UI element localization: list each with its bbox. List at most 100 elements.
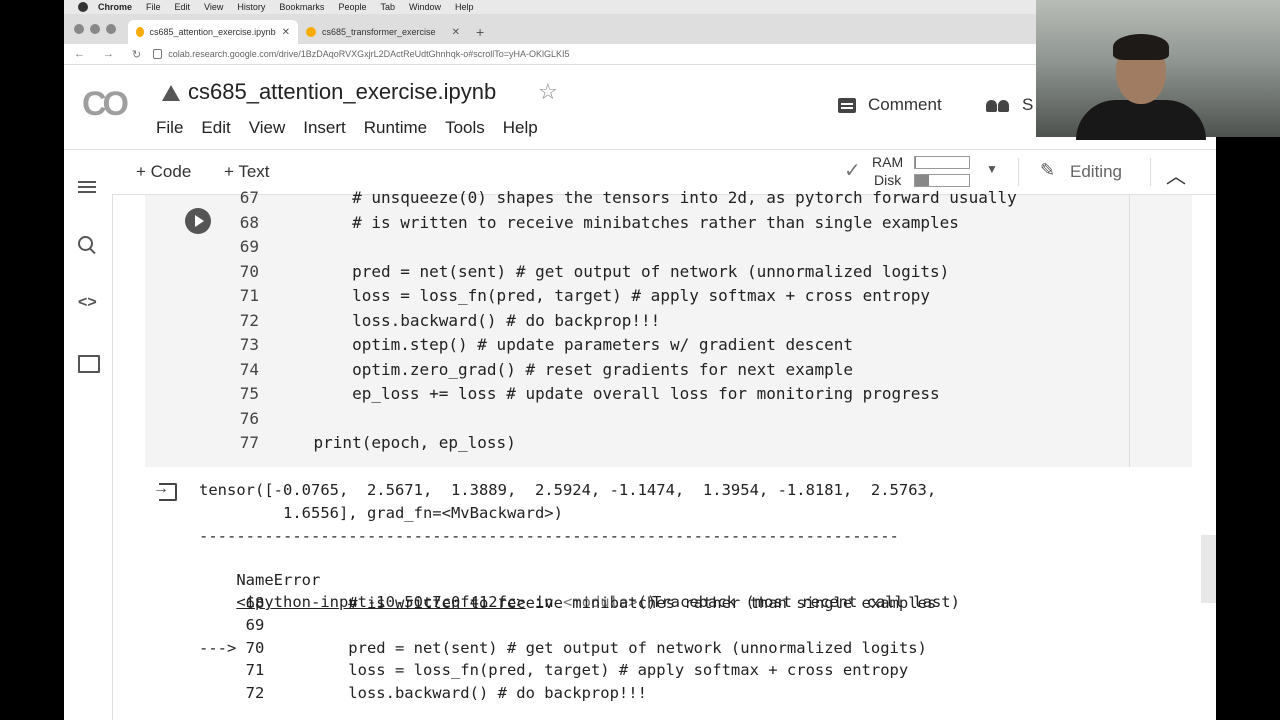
menu-help[interactable]: Help	[503, 118, 538, 138]
close-window-icon[interactable]	[74, 24, 84, 34]
colab-logo[interactable]: CO	[82, 85, 129, 124]
colab-menu: File Edit View Insert Runtime Tools Help	[156, 118, 556, 138]
code-text: loss.backward() # do backprop!!!	[275, 310, 661, 330]
line-number: 77	[239, 433, 259, 452]
ram-usage-fill	[915, 157, 917, 168]
editing-mode-button[interactable]: Editing	[1070, 162, 1122, 182]
menubar-app-name[interactable]: Chrome	[98, 2, 132, 12]
menubar-view[interactable]: View	[204, 2, 223, 12]
star-icon[interactable]: ☆	[538, 79, 558, 105]
code-text: ep_loss += loss # update overall loss fo…	[275, 384, 940, 403]
ram-label: RAM	[872, 154, 904, 170]
maximize-window-icon[interactable]	[106, 24, 116, 34]
tab-label: cs685_attention_exercise.ipynb	[149, 27, 276, 37]
browser-tab-attention[interactable]: cs685_attention_exercise.ipynb ✕	[128, 20, 298, 44]
output-tensor-line: 1.6556], grad_fn=<MvBackward>)	[199, 504, 563, 522]
code-cell[interactable]: 67 # unsqueeze(0) shapes the tensors int…	[145, 188, 1192, 467]
line-number: 76	[239, 408, 259, 428]
code-text: loss = loss_fn(pred, target) # apply sof…	[275, 286, 931, 305]
code-text: optim.step() # update parameters w/ grad…	[275, 335, 853, 354]
comment-label: Comment	[868, 95, 942, 114]
table-of-contents-icon[interactable]	[78, 178, 98, 198]
code-text: optim.zero_grad() # reset gradients for …	[275, 359, 853, 379]
presenter-body	[1076, 100, 1206, 140]
share-button[interactable]: S	[986, 95, 1033, 115]
colab-favicon-icon	[136, 27, 144, 37]
minimize-window-icon[interactable]	[90, 24, 100, 34]
traceback-line: 71 loss = loss_fn(pred, target) # apply …	[199, 661, 909, 679]
left-sidebar: <>	[64, 150, 113, 720]
menu-view[interactable]: View	[249, 118, 286, 138]
new-tab-icon[interactable]: +	[468, 24, 492, 44]
presenter-hair	[1113, 34, 1169, 60]
menu-edit[interactable]: Edit	[201, 118, 230, 138]
share-label: S	[1022, 95, 1034, 114]
cell-scroll-divider	[1129, 195, 1130, 467]
line-number: 69	[239, 237, 259, 256]
collapse-header-icon[interactable]: ︿	[1166, 160, 1186, 189]
search-icon[interactable]	[78, 236, 98, 256]
line-number: 68	[239, 212, 259, 232]
menubar-file[interactable]: File	[146, 2, 161, 12]
traceback-header: NameError Traceback (most recent call la…	[199, 547, 960, 611]
url-field[interactable]: colab.research.google.com/drive/1BzDAqoR…	[168, 49, 569, 59]
menu-runtime[interactable]: Runtime	[364, 118, 427, 138]
people-icon	[986, 98, 1010, 112]
disk-usage-fill	[915, 175, 929, 186]
menubar-window[interactable]: Window	[409, 2, 441, 12]
menu-file[interactable]: File	[156, 118, 183, 138]
video-border	[1216, 137, 1280, 720]
resources-dropdown-icon[interactable]: ▼	[986, 162, 998, 176]
notebook-main: 67 # unsqueeze(0) shapes the tensors int…	[113, 188, 1216, 720]
drive-icon[interactable]	[162, 85, 180, 101]
close-tab-icon[interactable]: ✕	[282, 27, 290, 38]
back-icon[interactable]: ←	[74, 48, 85, 60]
tab-label: cs685_transformer_exercise	[322, 27, 436, 37]
menubar-tab[interactable]: Tab	[380, 2, 395, 12]
apple-icon[interactable]	[78, 2, 88, 12]
line-number: 70	[239, 261, 259, 281]
files-folder-icon[interactable]	[78, 355, 100, 373]
lock-icon[interactable]	[153, 49, 163, 59]
code-text: print(epoch, ep_loss)	[275, 433, 516, 452]
menubar-edit[interactable]: Edit	[175, 2, 191, 12]
menubar-history[interactable]: History	[237, 2, 265, 12]
code-text: # unsqueeze(0) shapes the tensors into 2…	[275, 188, 1017, 207]
menu-insert[interactable]: Insert	[303, 118, 346, 138]
menubar-help[interactable]: Help	[455, 2, 474, 12]
ram-usage-bar[interactable]	[914, 156, 970, 169]
add-code-button[interactable]: + Code	[136, 162, 191, 182]
line-number: 75	[239, 384, 259, 403]
code-snippets-icon[interactable]: <>	[78, 294, 98, 314]
toolbar-divider	[1150, 158, 1151, 186]
pencil-icon[interactable]: ✎	[1040, 160, 1055, 181]
line-number: 71	[239, 286, 259, 305]
menubar-bookmarks[interactable]: Bookmarks	[279, 2, 324, 12]
traceback-line: 72 loss.backward() # do backprop!!!	[199, 684, 647, 702]
traceback-separator: ----------------------------------------…	[199, 527, 899, 545]
output-clear-icon[interactable]	[153, 480, 177, 501]
webcam-overlay	[1036, 0, 1280, 140]
connected-check-icon[interactable]: ✓	[844, 158, 861, 183]
line-number: 67	[239, 188, 259, 207]
comment-button[interactable]: Comment	[838, 95, 942, 115]
forward-icon[interactable]: →	[103, 48, 114, 60]
traceback-line: ---> 70 pred = net(sent) # get output of…	[199, 639, 927, 657]
output-tensor-line: tensor([-0.0765, 2.5671, 1.3889, 2.5924,…	[199, 481, 937, 499]
add-text-button[interactable]: + Text	[224, 162, 270, 182]
toolbar-divider	[1018, 158, 1019, 186]
code-text: # is written to receive minibatches rath…	[275, 212, 959, 232]
page-scrollbar[interactable]	[1201, 535, 1216, 603]
window-controls	[64, 24, 128, 44]
line-number: 73	[239, 335, 259, 354]
line-number: 74	[239, 359, 259, 379]
colab-favicon-icon	[306, 27, 316, 37]
menubar-people[interactable]: People	[338, 2, 366, 12]
reload-icon[interactable]: ↻	[132, 48, 141, 61]
notebook-title[interactable]: cs685_attention_exercise.ipynb	[188, 79, 496, 105]
close-tab-icon[interactable]: ✕	[452, 27, 460, 38]
comment-icon	[838, 97, 856, 113]
browser-tab-transformer[interactable]: cs685_transformer_exercise ✕	[298, 20, 468, 44]
traceback-location: <ipython-input-10-50c7c0f412fc> in <modu…	[199, 569, 656, 611]
menu-tools[interactable]: Tools	[445, 118, 485, 138]
